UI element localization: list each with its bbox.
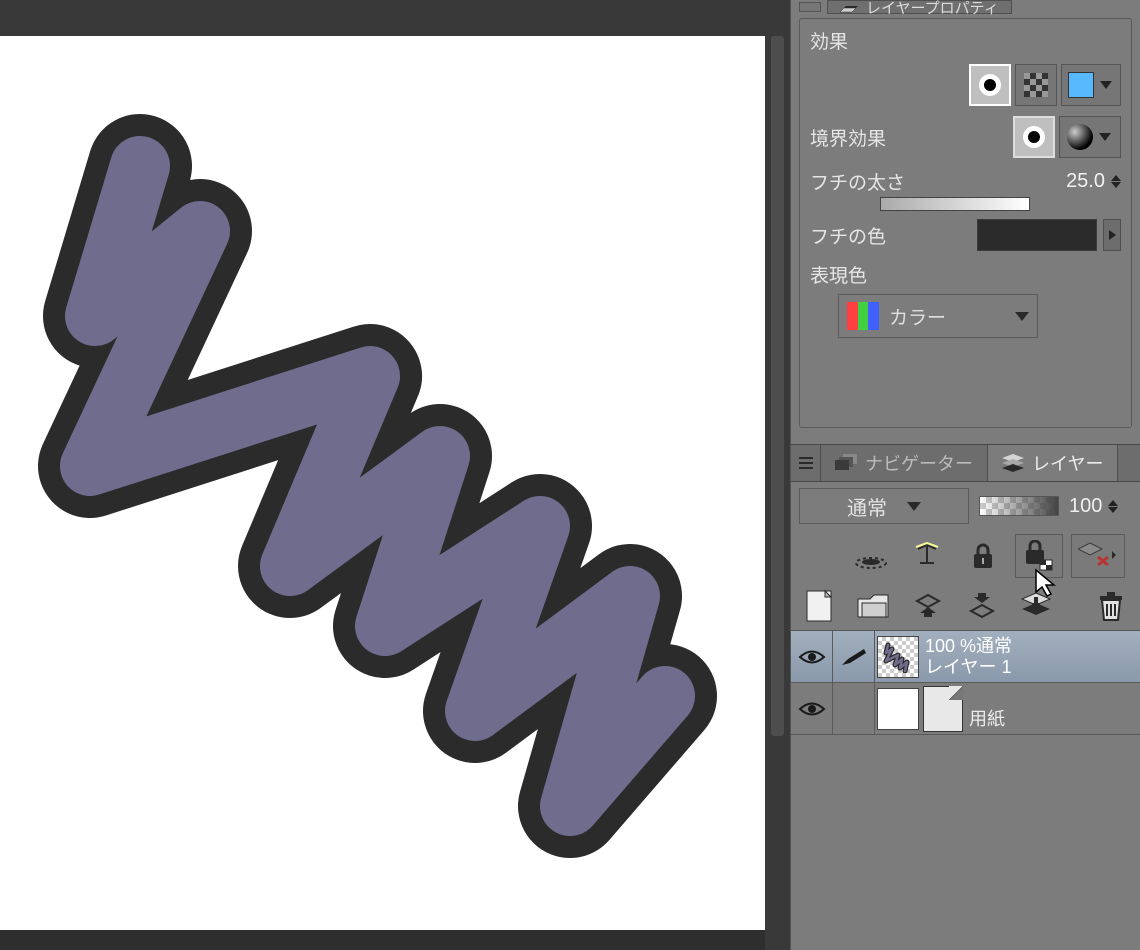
effect-tone-button[interactable] xyxy=(1015,64,1057,106)
layer-list: 100 %通常 レイヤー 1 用紙 xyxy=(791,630,1140,735)
expression-color-value: カラー xyxy=(889,303,946,330)
rgb-icon xyxy=(847,302,879,330)
thickness-slider[interactable] xyxy=(880,197,1030,211)
sphere-icon xyxy=(1067,124,1093,150)
canvas-area[interactable] xyxy=(0,0,790,950)
tab-layer-label: レイヤー xyxy=(1032,450,1103,476)
lock-transparent-button[interactable] xyxy=(1015,534,1063,578)
visibility-toggle[interactable] xyxy=(791,683,833,735)
active-layer-indicator xyxy=(833,631,875,683)
tab-navigator[interactable]: ナビゲーター xyxy=(821,445,988,481)
layer-property-tab[interactable]: レイヤープロパティ xyxy=(827,0,1012,14)
thickness-spinner[interactable] xyxy=(1111,175,1121,188)
layer-options-button[interactable] xyxy=(1071,534,1125,578)
chevron-down-icon xyxy=(1097,121,1113,153)
checker-icon xyxy=(1024,73,1048,97)
border-color-more-button[interactable] xyxy=(1103,219,1121,251)
menu-icon xyxy=(799,457,813,469)
clip-mask-button[interactable] xyxy=(847,534,895,578)
merge-down-button[interactable] xyxy=(1013,586,1059,626)
layer-thumbnail[interactable] xyxy=(877,688,919,730)
pen-icon xyxy=(840,647,868,667)
layer-row[interactable]: 用紙 xyxy=(791,683,1140,735)
lock-button[interactable] xyxy=(959,534,1007,578)
move-up-button[interactable] xyxy=(905,586,951,626)
panel-menu-button[interactable] xyxy=(791,445,821,481)
layer-name: 用紙 xyxy=(969,709,1005,730)
blend-mode-value: 通常 xyxy=(847,492,887,521)
panel-tab-strip: ナビゲーター レイヤー xyxy=(790,444,1140,482)
chevron-down-icon xyxy=(907,502,921,511)
expression-color-label: 表現色 xyxy=(810,261,970,288)
layer-property-panel: レイヤープロパティ 効果 xyxy=(790,0,1140,444)
tab-layer[interactable]: レイヤー xyxy=(988,445,1118,481)
effect-layer-color-button[interactable] xyxy=(1061,64,1121,106)
chevron-down-icon xyxy=(1015,312,1029,321)
border-color-label: フチの色 xyxy=(810,222,920,249)
move-down-button[interactable] xyxy=(959,586,1005,626)
canvas[interactable] xyxy=(0,36,765,930)
thickness-value[interactable]: 25.0 xyxy=(1066,170,1105,193)
paper-icon xyxy=(923,686,963,732)
delete-layer-button[interactable] xyxy=(1088,586,1134,626)
layer-row[interactable]: 100 %通常 レイヤー 1 xyxy=(791,631,1140,683)
thickness-label: フチの太さ xyxy=(810,168,940,195)
opacity-value[interactable]: 100 xyxy=(1069,495,1102,518)
eye-icon xyxy=(798,700,826,718)
opacity-slider[interactable] xyxy=(979,496,1059,516)
reference-layer-button[interactable] xyxy=(903,534,951,578)
layers-icon xyxy=(1002,454,1024,472)
boundary-effect-label: 境界効果 xyxy=(810,124,930,151)
layer-name: レイヤー 1 xyxy=(925,657,1012,678)
layer-thumbnail[interactable] xyxy=(877,636,919,678)
visibility-toggle[interactable] xyxy=(791,631,833,683)
chevron-down-icon xyxy=(1098,69,1114,101)
effect-section-label: 効果 xyxy=(810,27,970,54)
blend-mode-dropdown[interactable]: 通常 xyxy=(799,488,969,524)
canvas-scrollbar[interactable] xyxy=(765,0,790,950)
layer-property-title: レイヤープロパティ xyxy=(866,0,999,18)
new-layer-button[interactable] xyxy=(797,586,843,626)
effect-outline-button[interactable] xyxy=(969,64,1011,106)
border-color-swatch[interactable] xyxy=(977,219,1097,251)
new-folder-button[interactable] xyxy=(851,586,897,626)
layer-opacity-label: 100 %通常 xyxy=(925,636,1012,657)
boundary-edge-button[interactable] xyxy=(1013,116,1055,158)
eye-icon xyxy=(798,648,826,666)
canvas-shadow xyxy=(0,930,765,950)
active-layer-indicator xyxy=(833,683,875,735)
color-chip-icon xyxy=(1068,72,1094,98)
layer-property-icon xyxy=(840,0,860,14)
layer-panel: 通常 100 xyxy=(790,482,1140,950)
navigator-icon xyxy=(835,454,857,472)
ring-icon xyxy=(1023,126,1045,148)
panel-collapse-button[interactable] xyxy=(799,2,821,12)
ring-icon xyxy=(979,74,1001,96)
boundary-watercolor-button[interactable] xyxy=(1059,116,1121,158)
opacity-spinner[interactable] xyxy=(1108,500,1118,513)
tab-navigator-label: ナビゲーター xyxy=(865,450,973,476)
scroll-thumb[interactable] xyxy=(771,36,784,736)
expression-color-dropdown[interactable]: カラー xyxy=(838,294,1038,338)
